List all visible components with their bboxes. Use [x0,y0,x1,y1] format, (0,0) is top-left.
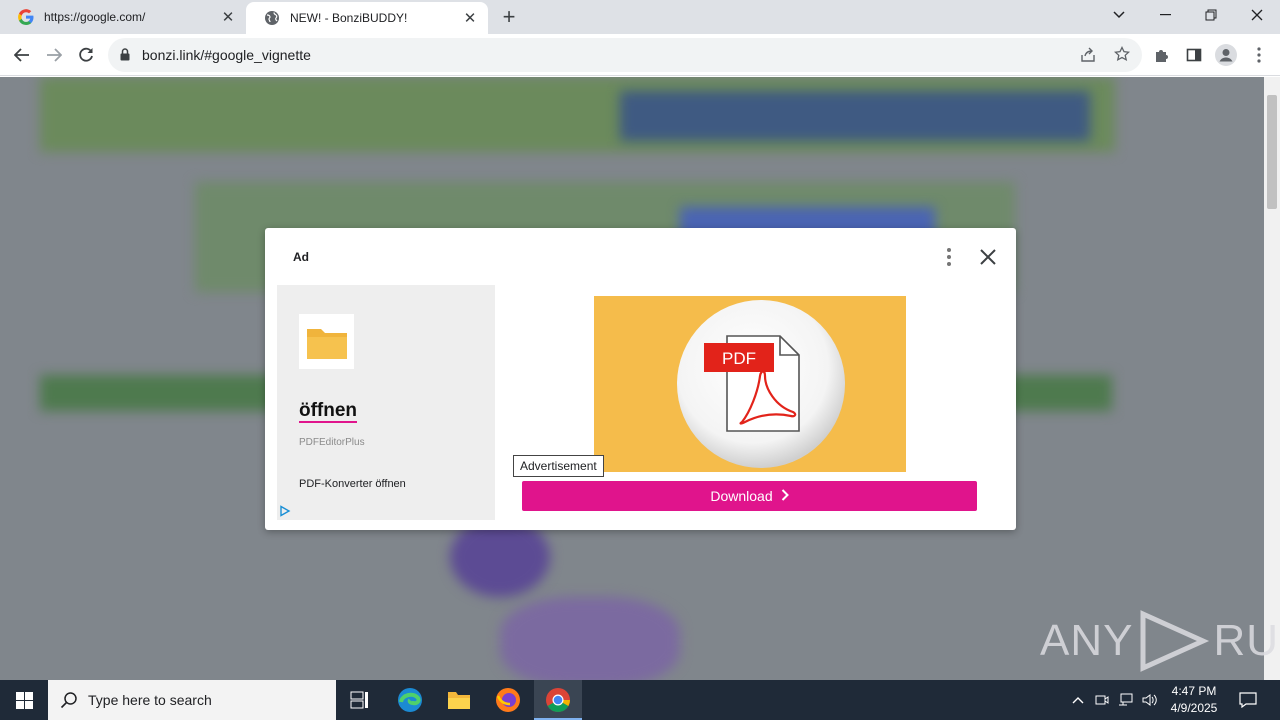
pdf-badge-text: PDF [722,349,756,368]
ad-info-panel[interactable]: öffnen PDFEditorPlus PDF-Konverter öffne… [277,285,495,520]
profile-avatar-icon[interactable] [1211,40,1241,70]
bookmark-star-icon[interactable] [1113,45,1131,67]
forward-arrow-icon[interactable] [39,40,69,70]
chevron-up-icon[interactable] [1066,696,1090,704]
watermark-text-left: ANY [1040,616,1134,665]
clock-time: 4:47 PM [1171,684,1217,698]
back-arrow-icon[interactable] [7,40,37,70]
anyrun-watermark: ANY RUN [1040,610,1280,672]
download-button[interactable]: Download [522,481,977,511]
volume-icon[interactable] [1138,693,1162,707]
address-bar[interactable]: bonzi.link/#google_vignette [108,38,1142,72]
clock-date: 4/9/2025 [1170,701,1218,715]
advertisement-tooltip: Advertisement [513,455,604,477]
ad-tagline[interactable]: PDF-Konverter öffnen [299,478,406,490]
side-panel-icon[interactable] [1179,40,1209,70]
page-scrollbar[interactable] [1264,77,1280,680]
google-g-icon [18,9,34,25]
ad-options-icon[interactable] [941,246,957,268]
close-tab-icon[interactable]: ✕ [460,8,480,28]
tab-google[interactable]: https://google.com/ ✕ [0,0,246,34]
watermark-text-right: RUN [1213,616,1280,665]
notification-center-icon[interactable] [1230,680,1266,720]
tab-bonzibuddy[interactable]: NEW! - BonziBUDDY! ✕ [246,2,488,34]
network-icon[interactable] [1114,693,1138,707]
tab-strip: https://google.com/ ✕ NEW! - BonziBUDDY!… [0,0,1280,34]
windows-taskbar: Type here to search 4:47 PM 4/9/2025 [0,680,1280,720]
taskbar-clock[interactable]: 4:47 PM 4/9/2025 [1166,683,1222,717]
search-placeholder: Type here to search [88,692,212,708]
ad-advertiser: PDFEditorPlus [299,437,365,448]
close-window-icon[interactable] [1234,0,1280,30]
share-icon[interactable] [1080,47,1096,68]
ad-hero-image[interactable]: PDF [594,296,906,472]
browser-toolbar: bonzi.link/#google_vignette [0,34,1280,76]
windows-start-icon[interactable] [0,680,48,720]
tab-title: https://google.com/ [44,10,146,24]
chrome-icon[interactable] [534,680,582,720]
restore-icon[interactable] [1188,0,1234,30]
globe-icon [264,10,280,26]
vignette-ad-dialog: Ad öffnen PDFEditorPlus PDF-Konverter öf… [265,228,1016,530]
edge-icon[interactable] [386,680,434,720]
bonzi-character-body-blur [500,597,680,680]
lock-icon[interactable] [120,48,130,66]
folder-logo-icon [299,314,354,369]
file-explorer-icon[interactable] [435,680,483,720]
ad-label: Ad [293,250,309,264]
chevron-right-icon [781,488,789,504]
reload-icon[interactable] [71,40,101,70]
play-logo-icon [1140,610,1210,672]
close-tab-icon[interactable]: ✕ [218,7,238,27]
minimize-icon[interactable] [1142,0,1188,30]
extensions-puzzle-icon[interactable] [1147,40,1177,70]
adchoices-icon[interactable] [279,504,291,522]
system-tray [1066,680,1162,720]
download-button-label: Download [710,488,773,504]
browser-menu-icon[interactable] [1244,40,1274,70]
tab-title: NEW! - BonziBUDDY! [290,11,408,25]
scrollbar-thumb[interactable] [1267,95,1277,209]
new-tab-button[interactable]: + [496,4,522,30]
search-icon [60,691,78,714]
url-text[interactable]: bonzi.link/#google_vignette [142,47,311,63]
task-view-icon[interactable] [336,680,384,720]
firefox-icon[interactable] [484,680,532,720]
ad-headline[interactable]: öffnen [299,401,358,423]
site-header-promo [620,91,1090,141]
taskbar-search-box[interactable]: Type here to search [48,680,336,720]
close-ad-icon[interactable] [975,244,1001,270]
tab-search-icon[interactable] [1096,0,1142,30]
meet-now-icon[interactable] [1090,693,1114,707]
